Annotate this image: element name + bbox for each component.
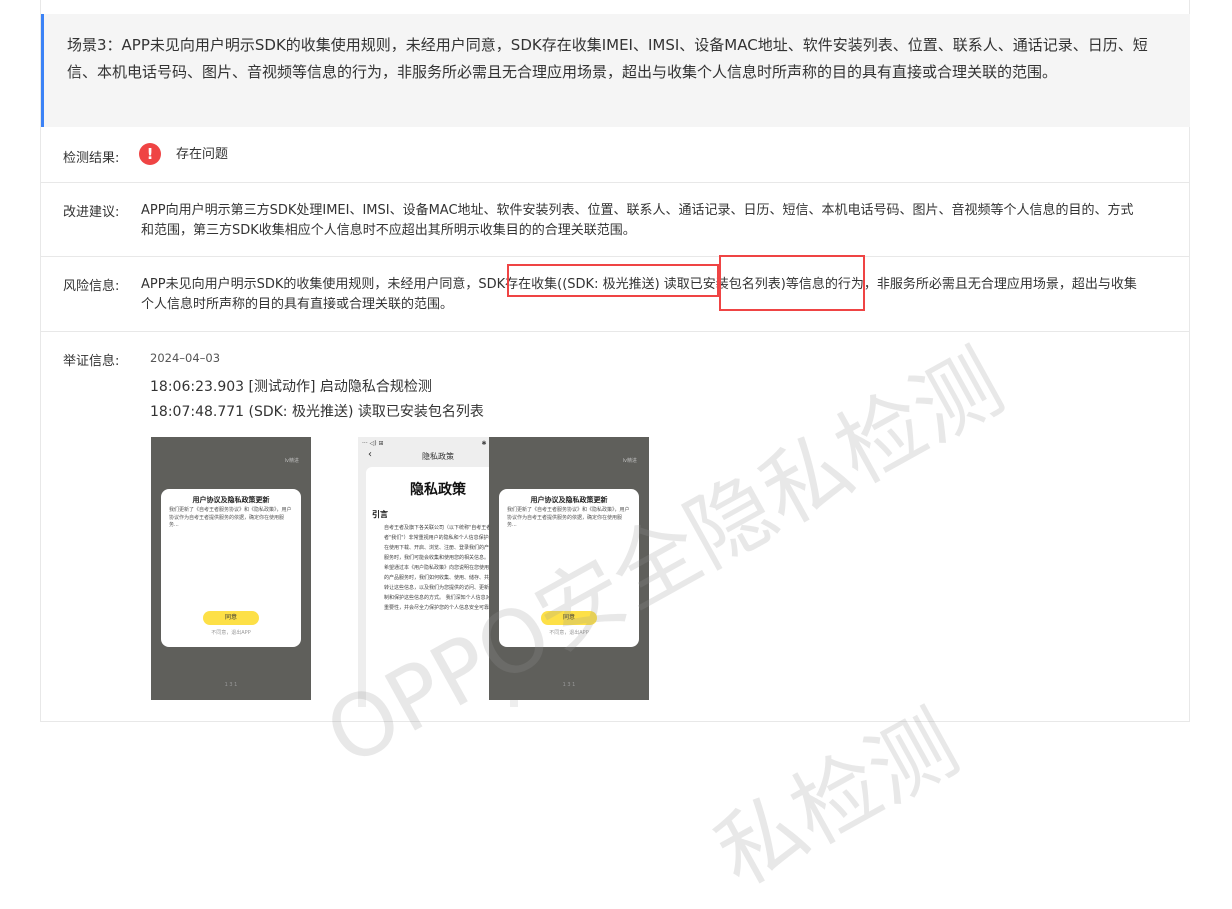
- result-label: 检测结果:: [63, 151, 120, 166]
- dialog-title: 用户协议及隐私政策更新: [530, 496, 608, 504]
- suggestion-row: 改进建议: APP向用户明示第三方SDK处理IMEI、IMSI、设备MAC地址、…: [41, 183, 1190, 257]
- screenshot-corner-text: lv精进: [284, 458, 299, 464]
- scene-description: 场景3：APP未见向用户明示SDK的收集使用规则，未经用户同意，SDK存在收集I…: [67, 36, 1148, 81]
- result-value: 存在问题: [176, 147, 229, 162]
- consent-dialog: 用户协议及隐私政策更新 我们更新了《自考王者服务协议》和《隐私政策》，用户协议作…: [499, 489, 639, 647]
- dialog-body: 我们更新了《自考王者服务协议》和《隐私政策》，用户协议作为自考王者提供服务的依据…: [169, 507, 292, 528]
- screenshot-page-number: 1 3 1: [224, 682, 238, 688]
- dialog-title: 用户协议及隐私政策更新: [192, 496, 270, 504]
- alert-icon: !: [139, 143, 161, 165]
- policy-body: 自考王者及旗下各关联公司（以下统称"自考王者"或者"我们"）非常重视用户的隐私和…: [384, 525, 501, 611]
- disagree-link: 不同意，退出APP: [549, 630, 589, 636]
- disagree-link: 不同意，退出APP: [211, 630, 251, 636]
- evidence-screenshot[interactable]: lv精进 用户协议及隐私政策更新 我们更新了《自考王者服务协议》和《隐私政策》，…: [151, 437, 311, 700]
- suggestion-text: APP向用户明示第三方SDK处理IMEI、IMSI、设备MAC地址、软件安装列表…: [141, 203, 1134, 238]
- result-row: 检测结果: ! 存在问题: [41, 127, 1190, 183]
- agree-button: 同意: [541, 611, 597, 625]
- screenshot-page-number: 1 3 1: [562, 682, 576, 688]
- report-panel: 场景3：APP未见向用户明示SDK的收集使用规则，未经用户同意，SDK存在收集I…: [40, 0, 1190, 722]
- agree-button: 同意: [203, 611, 259, 625]
- evidence-line: 18:06:23.903 [测试动作] 启动隐私合规检测: [150, 379, 432, 395]
- scene-block: 场景3：APP未见向用户明示SDK的收集使用规则，未经用户同意，SDK存在收集I…: [41, 14, 1190, 127]
- highlight-box-sdk: [507, 264, 719, 297]
- consent-dialog: 用户协议及隐私政策更新 我们更新了《自考王者服务协议》和《隐私政策》，用户协议作…: [161, 489, 301, 647]
- status-left: ··· ◁) ⊞: [362, 440, 384, 447]
- evidence-label: 举证信息:: [63, 354, 120, 369]
- evidence-date: 2024–04–03: [150, 351, 221, 365]
- dialog-body: 我们更新了《自考王者服务协议》和《隐私政策》，用户协议作为自考王者提供服务的依据…: [507, 507, 630, 528]
- policy-section-title: 引言: [372, 510, 388, 519]
- highlight-box-list: [719, 255, 865, 311]
- evidence-line: 18:07:48.771 (SDK: 极光推送) 读取已安装包名列表: [150, 404, 484, 420]
- suggestion-label: 改进建议:: [63, 205, 120, 220]
- risk-label: 风险信息:: [63, 279, 120, 294]
- screenshot-corner-text: lv精进: [622, 458, 637, 464]
- evidence-screenshot[interactable]: lv精进 用户协议及隐私政策更新 我们更新了《自考王者服务协议》和《隐私政策》，…: [489, 437, 649, 700]
